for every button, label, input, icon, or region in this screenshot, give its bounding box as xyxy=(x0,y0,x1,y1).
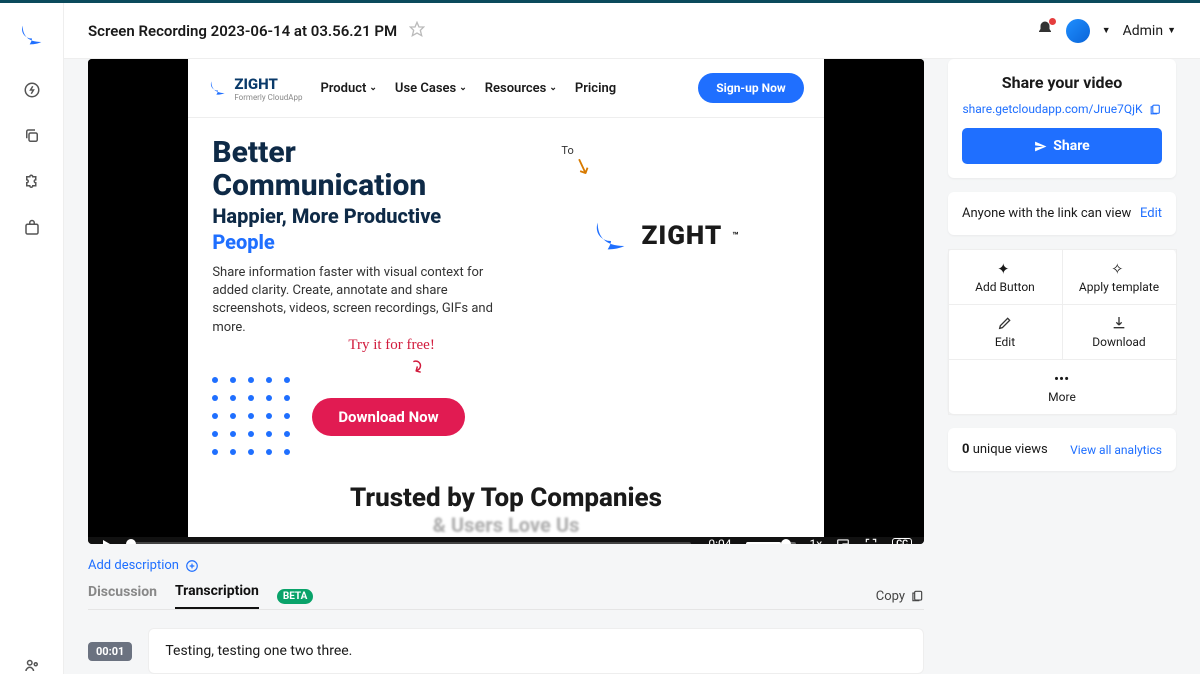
pip-icon[interactable] xyxy=(836,537,850,544)
timestamp-badge[interactable]: 00:01 xyxy=(88,642,132,661)
bell-icon[interactable] xyxy=(1036,20,1054,42)
avatar-chevron-icon[interactable]: ▼ xyxy=(1102,25,1111,36)
beta-badge: BETA xyxy=(277,589,314,604)
tab-discussion[interactable]: Discussion xyxy=(88,584,157,608)
pencil-icon xyxy=(997,315,1013,331)
avatar[interactable] xyxy=(1066,19,1090,43)
views-text: 0 unique views xyxy=(962,442,1048,457)
share-title: Share your video xyxy=(962,73,1162,92)
nav-product: Product⌄ xyxy=(320,81,376,96)
bolt-icon[interactable] xyxy=(23,81,41,99)
permission-edit[interactable]: Edit xyxy=(1140,206,1162,221)
app-logo[interactable] xyxy=(18,21,46,53)
cc-button[interactable]: CC xyxy=(892,538,912,544)
dot-grid xyxy=(212,377,292,457)
video-controls: -0:04 1x CC xyxy=(88,537,924,544)
add-button-action[interactable]: ✦ Add Button xyxy=(948,249,1063,305)
curved-arrow-icon: ↷ xyxy=(403,355,429,379)
top-bar: Screen Recording 2023-06-14 at 03.56.21 … xyxy=(64,3,1200,59)
zight-brand-large: ZIGHT™ xyxy=(591,216,739,256)
views-row: 0 unique views View all analytics xyxy=(948,428,1176,471)
transcript-text: Testing, testing one two three. xyxy=(148,628,924,674)
nav-resources: Resources⌄ xyxy=(485,81,557,96)
bag-icon[interactable] xyxy=(23,219,41,237)
trusted-heading: Trusted by Top Companies xyxy=(188,483,823,513)
try-annotation: Try it for free! xyxy=(348,337,435,354)
video-player: ZIGHTFormerly CloudApp Product⌄ Use Case… xyxy=(88,59,924,544)
permission-text: Anyone with the link can view xyxy=(962,206,1131,221)
to-annotation: To xyxy=(561,144,573,157)
download-now-button: Download Now xyxy=(312,398,464,436)
copy-button[interactable]: Copy xyxy=(876,589,924,604)
speed-button[interactable]: 1x xyxy=(810,537,823,544)
star-icon[interactable] xyxy=(409,21,425,41)
share-card: Share your video share.getcloudapp.com/J… xyxy=(948,59,1176,178)
trusted-sub: & Users Love Us xyxy=(188,513,823,537)
volume-bar[interactable] xyxy=(746,542,796,544)
view-analytics-link[interactable]: View all analytics xyxy=(1070,443,1162,457)
hero-people: People xyxy=(212,230,507,254)
sparkle-icon: ✧ xyxy=(1111,260,1127,276)
permission-row: Anyone with the link can view Edit xyxy=(948,192,1176,235)
right-panel: Share your video share.getcloudapp.com/J… xyxy=(948,59,1176,674)
hero-heading-1: Better xyxy=(212,136,507,169)
recorded-webpage: ZIGHTFormerly CloudApp Product⌄ Use Case… xyxy=(188,59,823,537)
share-url[interactable]: share.getcloudapp.com/Jrue7QjK xyxy=(962,102,1162,116)
play-icon[interactable] xyxy=(100,538,112,544)
hero-subheading: Happier, More Productive xyxy=(212,204,507,228)
more-icon: ••• xyxy=(1054,370,1070,386)
transcript-row: 00:01 Testing, testing one two three. xyxy=(88,628,924,674)
hero-paragraph: Share information faster with visual con… xyxy=(212,264,507,337)
add-description-link[interactable]: Add description xyxy=(88,558,924,573)
wand-icon: ✦ xyxy=(997,260,1013,276)
admin-menu[interactable]: Admin▼ xyxy=(1123,23,1176,39)
nav-use-cases: Use Cases⌄ xyxy=(395,81,467,96)
page-title: Screen Recording 2023-06-14 at 03.56.21 … xyxy=(88,22,397,40)
nav-pricing: Pricing xyxy=(575,81,616,96)
left-rail xyxy=(0,3,64,674)
time-remaining: -0:04 xyxy=(705,537,731,544)
tab-transcription[interactable]: Transcription xyxy=(175,583,259,609)
apply-template-action[interactable]: ✧ Apply template xyxy=(1062,249,1177,305)
edit-action[interactable]: Edit xyxy=(948,304,1063,360)
tabs-row: Discussion Transcription BETA Copy xyxy=(88,583,924,610)
seek-bar[interactable] xyxy=(126,542,691,544)
people-icon[interactable] xyxy=(23,656,41,674)
more-action[interactable]: ••• More xyxy=(948,359,1177,415)
actions-grid: ✦ Add Button ✧ Apply template Edit xyxy=(948,249,1176,414)
download-action[interactable]: Download xyxy=(1062,304,1177,360)
download-icon xyxy=(1111,315,1127,331)
hero-heading-2: Communication xyxy=(212,169,507,202)
puzzle-icon[interactable] xyxy=(23,173,41,191)
fullscreen-icon[interactable] xyxy=(864,537,878,544)
copy-icon[interactable] xyxy=(23,127,41,145)
share-button[interactable]: Share xyxy=(962,128,1162,164)
zight-logo: ZIGHTFormerly CloudApp xyxy=(208,75,302,102)
signup-button: Sign-up Now xyxy=(698,73,803,103)
